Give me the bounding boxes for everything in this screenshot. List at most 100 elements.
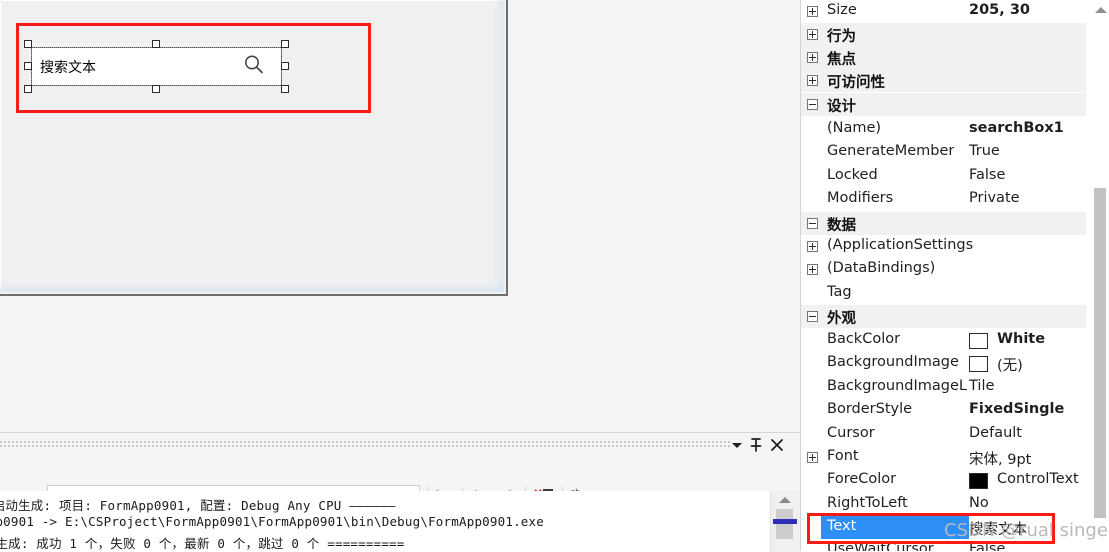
property-row-generatemember[interactable]: GenerateMember True bbox=[801, 141, 1086, 164]
resize-handle-nw[interactable] bbox=[24, 40, 32, 48]
property-row-applicationsettings[interactable]: (ApplicationSettings bbox=[801, 235, 1086, 258]
scrollbar-position-marker bbox=[773, 519, 797, 524]
resize-handle-e[interactable] bbox=[281, 62, 289, 70]
output-text-area[interactable]: 已启动生成: 项目: FormApp0901, 配置: Debug Any CP… bbox=[0, 491, 770, 552]
property-row-cursor[interactable]: Cursor Default bbox=[801, 423, 1086, 446]
expander-plus-icon[interactable] bbox=[807, 6, 818, 17]
property-row-databindings[interactable]: (DataBindings) bbox=[801, 258, 1086, 281]
output-toolbar: 源(S): 生成 bbox=[0, 458, 800, 508]
resize-handle-n[interactable] bbox=[152, 40, 160, 48]
scroll-up-arrow-icon[interactable] bbox=[1095, 7, 1107, 13]
scrollbar-thumb[interactable] bbox=[776, 509, 793, 539]
category-name: 外观 bbox=[827, 311, 856, 327]
output-titlebar bbox=[0, 433, 800, 458]
property-row-name[interactable]: (Name) searchBox1 bbox=[801, 118, 1086, 141]
property-row-tag[interactable]: Tag bbox=[801, 282, 1086, 305]
image-preview-swatch[interactable] bbox=[969, 356, 988, 372]
chevron-down-icon[interactable] bbox=[727, 435, 747, 455]
resize-handle-w[interactable] bbox=[24, 62, 32, 70]
expander-plus-icon[interactable] bbox=[807, 241, 818, 252]
property-name: ForeColor bbox=[827, 471, 897, 487]
property-value[interactable]: Default bbox=[969, 425, 1087, 441]
color-swatch-white[interactable] bbox=[969, 333, 988, 349]
category-name: 焦点 bbox=[827, 52, 856, 68]
property-value[interactable]: No bbox=[969, 495, 1087, 511]
output-line: App0901 -> E:\CSProject\FormApp0901\Form… bbox=[0, 514, 544, 529]
expander-plus-icon[interactable] bbox=[807, 264, 818, 275]
resize-handle-s[interactable] bbox=[152, 85, 160, 93]
property-name: BorderStyle bbox=[827, 401, 913, 417]
searchbox-control[interactable]: 搜索文本 bbox=[24, 40, 289, 93]
expander-plus-icon[interactable] bbox=[807, 52, 818, 63]
output-line: 已启动生成: 项目: FormApp0901, 配置: Debug Any CP… bbox=[0, 498, 396, 513]
expander-minus-icon[interactable] bbox=[807, 99, 818, 110]
property-category-appearance[interactable]: 外观 bbox=[801, 305, 1086, 329]
color-swatch-controltext[interactable] bbox=[969, 473, 988, 489]
property-name: Font bbox=[827, 448, 859, 464]
pin-icon[interactable] bbox=[746, 435, 766, 455]
property-category-accessibility[interactable]: 可访问性 bbox=[801, 69, 1086, 93]
properties-grid[interactable]: Size 205, 30 行为 焦点 可访问性 设计 (Name) search… bbox=[800, 0, 1109, 551]
category-name: 数据 bbox=[827, 218, 856, 234]
searchbox-inner: 搜索文本 bbox=[31, 47, 282, 86]
close-icon[interactable] bbox=[767, 435, 787, 455]
searchbox-text: 搜索文本 bbox=[40, 59, 96, 76]
property-value[interactable]: 205, 30 bbox=[969, 2, 1087, 18]
resize-handle-ne[interactable] bbox=[281, 40, 289, 48]
property-name: BackColor bbox=[827, 331, 901, 347]
property-name: Cursor bbox=[827, 425, 875, 441]
property-row-backgroundimagelayout[interactable]: BackgroundImageL Tile bbox=[801, 376, 1086, 399]
visual-studio-window: 搜索文本 已启动生成: 项目: FormApp0901, 配置: Debug A… bbox=[0, 0, 1109, 552]
property-value[interactable]: Tile bbox=[969, 378, 1087, 394]
scrollbar-thumb[interactable] bbox=[1094, 188, 1106, 518]
expander-minus-icon[interactable] bbox=[807, 311, 818, 322]
expander-minus-icon[interactable] bbox=[807, 218, 818, 229]
property-name: Size bbox=[827, 2, 857, 18]
category-name: 设计 bbox=[827, 99, 856, 115]
property-name: BackgroundImageL bbox=[827, 378, 967, 394]
property-value[interactable]: searchBox1 bbox=[969, 120, 1087, 136]
property-name: (Name) bbox=[827, 120, 882, 136]
property-row-locked[interactable]: Locked False bbox=[801, 165, 1086, 188]
resize-handle-sw[interactable] bbox=[24, 85, 32, 93]
expander-plus-icon[interactable] bbox=[807, 75, 818, 86]
category-name: 行为 bbox=[827, 29, 856, 45]
property-row-forecolor[interactable]: ForeColor ControlText bbox=[801, 469, 1086, 492]
property-row-size[interactable]: Size 205, 30 bbox=[801, 0, 1086, 23]
property-category-design[interactable]: 设计 bbox=[801, 93, 1086, 117]
property-name: BackgroundImage bbox=[827, 354, 959, 370]
property-value[interactable]: FixedSingle bbox=[969, 401, 1087, 417]
property-name: RightToLeft bbox=[827, 495, 908, 511]
scroll-up-arrow-icon[interactable] bbox=[779, 497, 791, 503]
property-name: GenerateMember bbox=[827, 143, 955, 159]
property-name: Tag bbox=[827, 284, 852, 300]
property-value[interactable]: 宋体, 9pt bbox=[969, 448, 1087, 469]
property-row-font[interactable]: Font 宋体, 9pt bbox=[801, 446, 1086, 469]
property-value[interactable]: Private bbox=[969, 190, 1087, 206]
output-window: 源(S): 生成 bbox=[0, 432, 800, 552]
property-name: (DataBindings) bbox=[827, 260, 936, 276]
property-row-borderstyle[interactable]: BorderStyle FixedSingle bbox=[801, 399, 1086, 422]
expander-plus-icon[interactable] bbox=[807, 452, 818, 463]
output-vertical-scrollbar[interactable] bbox=[770, 491, 800, 552]
expander-plus-icon[interactable] bbox=[807, 29, 818, 40]
designer-pane: 搜索文本 bbox=[0, 0, 800, 432]
property-name: Modifiers bbox=[827, 190, 894, 206]
property-name: Locked bbox=[827, 167, 878, 183]
property-category-data[interactable]: 数据 bbox=[801, 212, 1086, 236]
property-category-behavior[interactable]: 行为 bbox=[801, 23, 1086, 47]
resize-handle-se[interactable] bbox=[281, 85, 289, 93]
properties-vertical-scrollbar[interactable] bbox=[1092, 0, 1109, 551]
search-icon bbox=[243, 53, 265, 80]
property-value[interactable]: False bbox=[969, 167, 1087, 183]
drag-grip[interactable] bbox=[0, 441, 730, 448]
property-row-backgroundimage[interactable]: BackgroundImage (无) bbox=[801, 352, 1086, 375]
property-value[interactable]: True bbox=[969, 143, 1087, 159]
category-name: 可访问性 bbox=[827, 75, 885, 91]
property-row-modifiers[interactable]: Modifiers Private bbox=[801, 188, 1086, 211]
output-line: = 生成: 成功 1 个，失败 0 个，最新 0 个，跳过 0 个 ======… bbox=[0, 536, 405, 551]
watermark-text: CSDN @rual singer bbox=[944, 520, 1109, 541]
property-category-focus[interactable]: 焦点 bbox=[801, 46, 1086, 70]
property-name: (ApplicationSettings bbox=[827, 237, 974, 253]
property-row-backcolor[interactable]: BackColor White bbox=[801, 329, 1086, 352]
